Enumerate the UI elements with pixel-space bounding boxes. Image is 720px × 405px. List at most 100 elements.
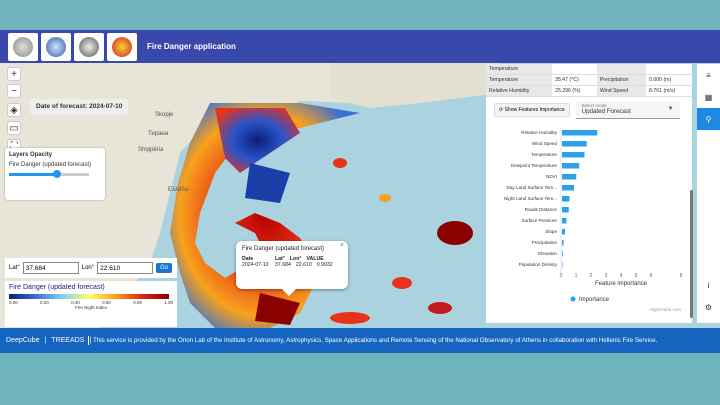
show-importance-button[interactable]: ⟳ Show Features Importance [494,103,570,117]
right-sidebar: ≡ ▦ ⚲ i ⚙ [697,64,720,323]
importance-bar [562,229,565,235]
footer-nav: DeepCube | TREEADS | [0,337,91,344]
layer-name: Fire Danger (updated forecast) [9,162,92,168]
table-cell [646,64,692,75]
importance-bar [562,152,585,158]
orion-lab-icon [79,36,99,57]
orion-lab-logo[interactable] [74,32,104,61]
mode-select[interactable]: Select mode Updated Forecast ▼ [575,101,680,119]
legend-tick: 0.00 [9,300,18,305]
lat-label: Lat° [9,265,20,271]
importance-bar [562,262,563,268]
details-panel: Temperature Temperature 35.47 (°C) Preci… [486,64,692,323]
place-label: Shqipëria [138,147,164,153]
popup-close-button[interactable]: × [340,242,344,249]
gov-seal-logo[interactable] [8,32,38,61]
category-label: Slope [545,229,557,234]
gov-seal-icon [13,36,33,57]
value-popup: × Fire Danger (updated forecast) Date La… [236,241,348,297]
table-cell: Temperature [486,64,553,75]
category-label: Relative Humidity [521,130,557,135]
table-row: Relative Humidity 25.296 (%) Wind Speed … [486,85,692,97]
popup-value-row: 2024-07-10 37.684 22.610 0.9932 [242,262,342,268]
feature-importance-chart-wrap: Relative Humidity Wind Speed Temperature De… [486,120,692,320]
opacity-slider-fill [9,173,57,176]
importance-bar [562,130,598,136]
show-importance-label: Show Features Importance [504,107,565,113]
category-label: Wind Speed [532,141,557,146]
importance-bar [562,185,574,191]
footer: DeepCube | TREEADS | This service is pro… [0,328,720,353]
opacity-slider-knob[interactable] [53,170,61,178]
zoom-out-button[interactable]: − [7,84,21,98]
category-label: Day Land Surface Tem... [507,185,557,190]
x-tick-label: 6 [650,273,653,279]
importance-bar [562,196,570,202]
popup-value: 37.684 [275,262,291,268]
panel-scrollbar[interactable] [690,190,693,318]
feature-importance-chart: Relative Humidity Wind Speed Temperature De… [504,128,683,312]
calendar-icon[interactable]: ▦ [697,86,720,108]
popup-title: Fire Danger (updated forecast) [242,246,325,252]
table-cell [552,64,597,75]
importance-bar [562,174,577,180]
go-button[interactable]: Go [156,263,173,273]
menu-icon[interactable]: ≡ [697,64,720,86]
app-title: Fire Danger application [147,42,236,51]
category-label: Elevation [538,251,557,256]
legend-tick: 1.00 [164,300,173,305]
chart-credit: Highcharts.com [650,307,682,312]
layers-icon[interactable]: ◈ [7,103,21,117]
x-tick-label: 3 [605,273,608,279]
treeads-link[interactable]: TREEADS [51,337,84,344]
info-icon[interactable]: i [697,274,720,296]
location-icon[interactable]: ⚲ [697,108,720,130]
lat-input[interactable] [22,262,79,274]
category-label: Population Density [519,262,558,267]
island-crete [330,312,370,324]
lon-input[interactable] [97,262,154,274]
table-row: Temperature 35.47 (°C) Precipitation 0.0… [486,74,692,86]
table-cell: Temperature [486,74,553,86]
chevron-down-icon: ▼ [667,106,674,112]
app-window: Fire Danger application Skopje Shqipëria… [0,30,720,353]
settings-icon[interactable]: ⚙ [697,296,720,318]
x-tick-label: 1 [575,273,578,279]
popup-value: 2024-07-10 [242,262,269,268]
category-label: NDVI [546,174,557,179]
fire-service-logo[interactable] [107,32,137,61]
x-tick-label: 8 [680,273,683,279]
mode-select-value: Updated Forecast [581,108,631,115]
x-tick-label: 2 [590,273,593,279]
category-label: Night Land Surface Tem... [504,196,557,201]
deepcube-link[interactable]: DeepCube [6,337,39,344]
refresh-icon: ⟳ [499,107,504,113]
category-label: Surface Pressure [522,218,558,223]
legend-tick: 0.80 [133,300,142,305]
island-lesbos [379,194,391,202]
fire-service-icon [112,36,132,57]
measure-icon[interactable]: ▭ [7,121,21,135]
map-legend: Fire Danger (updated forecast) 0.00 0.20 0… [5,281,177,327]
importance-bar [562,240,564,246]
island-rhodes [428,302,452,314]
table-cell: Precipitation [596,74,647,86]
layers-opacity-panel: Layers Opacity Fire Danger (updated fore… [5,148,105,200]
iaasars-logo[interactable] [41,32,71,61]
footer-separator: | [44,337,47,344]
table-cell: 35.47 (°C) [552,74,597,86]
opacity-slider[interactable] [9,170,89,178]
mode-select-label: Select mode [581,103,607,108]
place-label: Тирана [148,131,169,137]
legend-title: Fire Danger (updated forecast) [9,284,105,291]
legend-label: Importance [579,297,610,303]
legend-tick: 0.20 [40,300,49,305]
category-label: Roads Distance [525,207,558,212]
table-cell: Relative Humidity [486,85,553,97]
coordinate-search: Lat° Lon° Go [5,258,177,278]
lon-label: Lon° [81,265,95,271]
importance-bar [562,163,580,169]
category-label: Precipitation [532,240,558,245]
x-axis-title: Feature importance [595,281,648,287]
zoom-in-button[interactable]: + [7,67,21,81]
